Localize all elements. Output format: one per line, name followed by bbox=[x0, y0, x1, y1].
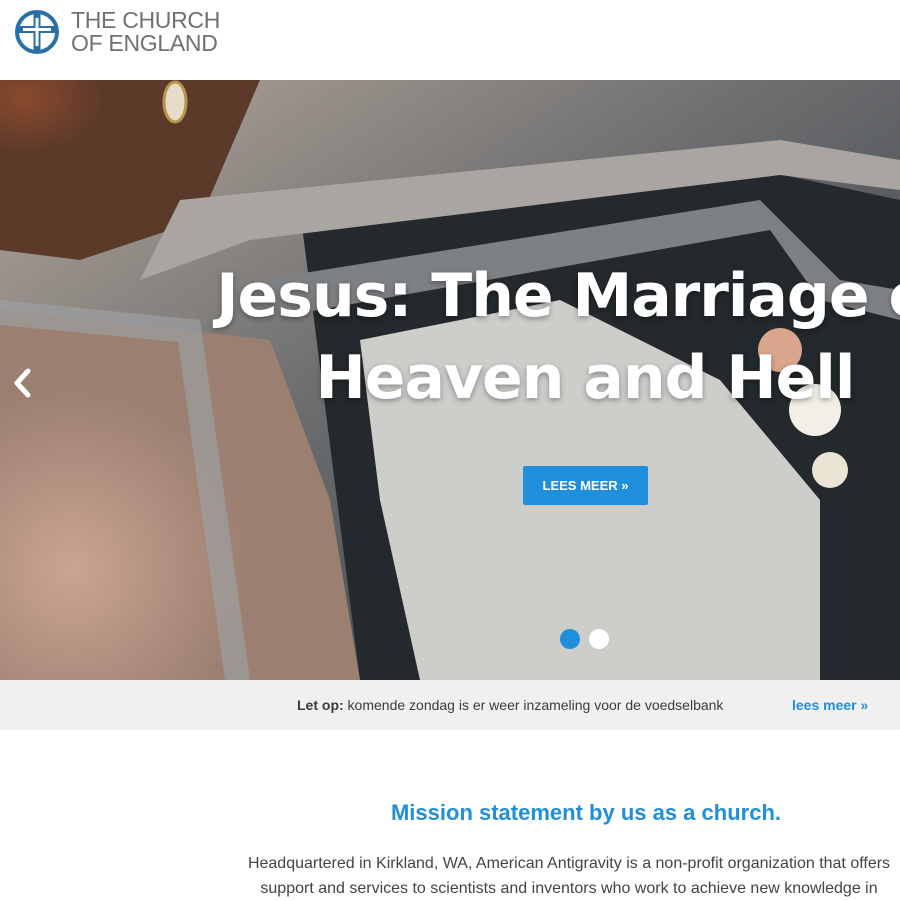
slide-dot-2[interactable] bbox=[589, 629, 609, 649]
hero-slider: Jesus: The Marriage of Heaven and Hell L… bbox=[0, 80, 900, 680]
site-logo[interactable]: THE CHURCH OF ENGLAND bbox=[14, 9, 220, 55]
church-cross-icon bbox=[15, 10, 59, 54]
site-header: THE CHURCH OF ENGLAND bbox=[0, 0, 900, 80]
logo-line-1: THE CHURCH bbox=[71, 7, 221, 33]
mission-paragraph: Headquartered in Kirkland, WA, American … bbox=[0, 851, 900, 901]
notice-text: komende zondag is er weer inzameling voo… bbox=[343, 697, 724, 713]
prev-slide-button[interactable] bbox=[8, 363, 38, 403]
notice-message: Let op: komende zondag is er weer inzame… bbox=[297, 697, 723, 713]
hero-headline: Jesus: The Marriage of Heaven and Hell bbox=[0, 255, 900, 419]
hero-headline-line-2: Heaven and Hell bbox=[315, 343, 856, 413]
notice-label: Let op: bbox=[297, 697, 344, 713]
notice-bar: Let op: komende zondag is er weer inzame… bbox=[0, 680, 900, 730]
mission-line-2: support and services to scientists and i… bbox=[260, 880, 878, 897]
mission-line-1: Headquartered in Kirkland, WA, American … bbox=[247, 855, 891, 872]
slide-dot-1[interactable] bbox=[560, 629, 580, 649]
hero-headline-line-1: Jesus: The Marriage of bbox=[216, 261, 900, 331]
logo-line-2: OF ENGLAND bbox=[71, 30, 218, 56]
lees-meer-button[interactable]: LEES MEER » bbox=[523, 466, 648, 505]
chevron-left-icon bbox=[14, 368, 31, 398]
mission-heading: Mission statement by us as a church. bbox=[390, 800, 781, 825]
notice-read-more-link[interactable]: lees meer » bbox=[792, 697, 868, 713]
slider-pagination bbox=[560, 629, 609, 649]
logo-wordmark: THE CHURCH OF ENGLAND bbox=[71, 9, 220, 55]
